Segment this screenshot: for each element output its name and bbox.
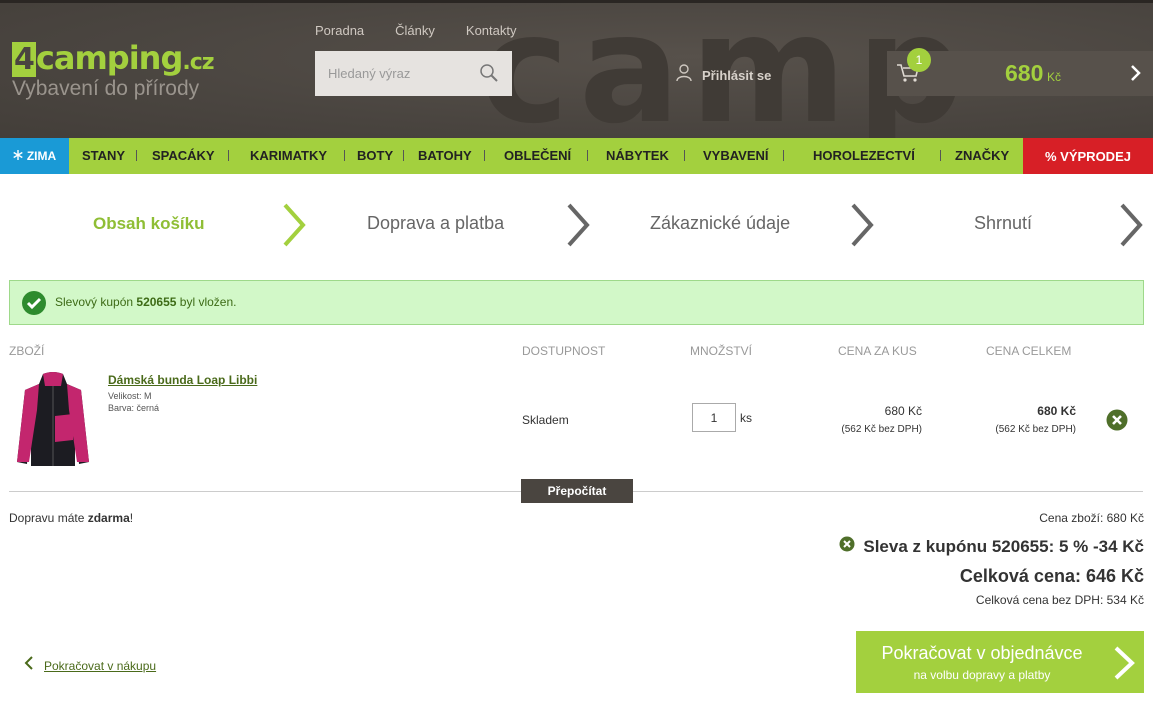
site-header: camp 4camping.cz Vybavení do přírody Por… xyxy=(0,0,1153,157)
login-label: Přihlásit se xyxy=(702,68,772,83)
logo[interactable]: 4camping.cz Vybavení do přírody xyxy=(12,39,215,101)
column-header-goods: ZBOŽÍ xyxy=(9,344,45,358)
total-price-net-summary: Celková cena bez DPH: 534 Kč xyxy=(975,593,1144,607)
product-color: Barva: černá xyxy=(108,403,160,413)
remove-coupon-icon[interactable] xyxy=(839,536,855,557)
column-header-quantity: MNOŽSTVÍ xyxy=(690,344,752,358)
continue-order-label: Pokračovat v objednávce xyxy=(881,643,1083,663)
chevron-right-icon xyxy=(1130,64,1142,87)
product-name-link[interactable]: Dámská bunda Loap Libbi xyxy=(108,373,257,387)
recalculate-button[interactable]: Přepočítat xyxy=(521,479,633,503)
step-customer-details: Zákaznické údaje xyxy=(650,213,791,233)
step-shipping-payment: Doprava a platba xyxy=(367,213,505,233)
coupon-discount: Sleva z kupónu 520655: 5 % -34 Kč xyxy=(863,536,1144,556)
product-availability: Skladem xyxy=(522,413,569,427)
step-cart: Obsah košíku xyxy=(93,214,205,233)
continue-order-button[interactable]: Pokračovat v objednávce na volbu dopravy… xyxy=(856,631,1144,693)
product-size: Velikost: M xyxy=(108,391,152,401)
nav-separator xyxy=(587,150,588,161)
main-nav: ZIMA STANY SPACÁKY KARIMATKY BOTY BATOHY… xyxy=(0,138,1153,174)
column-header-availability: DOSTUPNOST xyxy=(522,344,606,358)
nav-separator xyxy=(344,150,345,161)
nav-separator xyxy=(136,150,137,161)
chevron-right-icon xyxy=(566,203,590,252)
nav-item-sale[interactable]: % VÝPRODEJ xyxy=(1023,138,1153,174)
coupon-success-message: Slevový kupón 520655 byl vložen. xyxy=(55,295,237,309)
unit-price-net: (562 Kč bez DPH) xyxy=(841,424,922,435)
product-image-jacket[interactable] xyxy=(15,370,91,475)
coupon-discount-line: Sleva z kupónu 520655: 5 % -34 Kč xyxy=(839,536,1144,557)
quantity-unit: ks xyxy=(740,411,752,425)
user-icon xyxy=(676,64,692,87)
search-input[interactable] xyxy=(315,51,475,96)
nav-item-karimatky[interactable]: KARIMATKY xyxy=(250,148,327,163)
nav-item-batohy[interactable]: BATOHY xyxy=(418,148,472,163)
top-link-kontakty[interactable]: Kontakty xyxy=(466,23,517,38)
logo-tagline: Vybavení do přírody xyxy=(12,77,200,100)
cart-price: 680 xyxy=(1005,60,1044,86)
nav-item-boty[interactable]: BOTY xyxy=(357,148,393,163)
coupon-success-alert: Slevový kupón 520655 byl vložen. xyxy=(9,280,1144,325)
logo-wordmark: 4camping.cz xyxy=(12,39,215,77)
continue-shopping-link[interactable]: Pokračovat v nákupu xyxy=(24,655,156,676)
total-price-net: (562 Kč bez DPH) xyxy=(995,424,1076,435)
top-link-clanky[interactable]: Články xyxy=(395,23,435,38)
chevron-left-icon xyxy=(24,655,34,676)
continue-order-sublabel: na volbu dopravy a platby xyxy=(913,668,1051,682)
nav-item-zima[interactable]: ZIMA xyxy=(0,138,69,174)
nav-item-zima-label: ZIMA xyxy=(26,149,57,163)
column-header-unit-price: CENA ZA KUS xyxy=(838,344,917,358)
snowflake-icon xyxy=(13,149,23,163)
cart-summary[interactable]: 1 680 Kč xyxy=(887,48,1153,96)
column-header-total-price: CENA CELKEM xyxy=(986,344,1072,358)
quantity-input[interactable] xyxy=(692,403,736,432)
nav-separator xyxy=(484,150,485,161)
nav-item-nabytek[interactable]: NÁBYTEK xyxy=(606,148,669,163)
top-links: Poradna Články Kontakty xyxy=(315,23,517,38)
nav-separator xyxy=(940,150,941,161)
step-summary: Shrnutí xyxy=(974,213,1033,233)
login-link[interactable]: Přihlásit se xyxy=(676,64,771,87)
search-box xyxy=(315,51,512,96)
cart-count-badge: 1 xyxy=(907,48,931,72)
nav-separator xyxy=(684,150,685,161)
nav-item-spacaky[interactable]: SPACÁKY xyxy=(152,148,215,163)
nav-item-znacky[interactable]: ZNAČKY xyxy=(955,148,1009,163)
free-shipping-note: Dopravu máte zdarma! xyxy=(9,511,134,525)
total-price: 680 Kč xyxy=(1037,404,1076,418)
top-link-poradna[interactable]: Poradna xyxy=(315,23,364,38)
goods-price: Cena zboží: 680 Kč xyxy=(1039,511,1144,525)
chevron-right-icon xyxy=(1112,646,1138,685)
chevron-right-icon xyxy=(282,203,306,252)
nav-separator xyxy=(403,150,404,161)
remove-item-icon[interactable] xyxy=(1106,409,1128,436)
nav-item-horolezectvi[interactable]: HOROLEZECTVÍ xyxy=(813,148,915,163)
chevron-right-icon xyxy=(850,203,874,252)
nav-item-stany[interactable]: STANY xyxy=(82,148,125,163)
nav-item-vybaveni[interactable]: VYBAVENÍ xyxy=(703,148,769,163)
chevron-right-icon xyxy=(1119,203,1143,252)
continue-shopping-label: Pokračovat v nákupu xyxy=(44,658,157,673)
cart-currency: Kč xyxy=(1047,70,1062,84)
check-circle-icon xyxy=(21,290,47,321)
nav-item-obleceni[interactable]: OBLEČENÍ xyxy=(504,148,571,163)
nav-separator xyxy=(228,150,229,161)
unit-price: 680 Kč xyxy=(884,404,922,418)
search-icon[interactable] xyxy=(479,63,499,88)
total-price-summary: Celková cena: 646 Kč xyxy=(959,566,1144,586)
nav-separator xyxy=(783,150,784,161)
